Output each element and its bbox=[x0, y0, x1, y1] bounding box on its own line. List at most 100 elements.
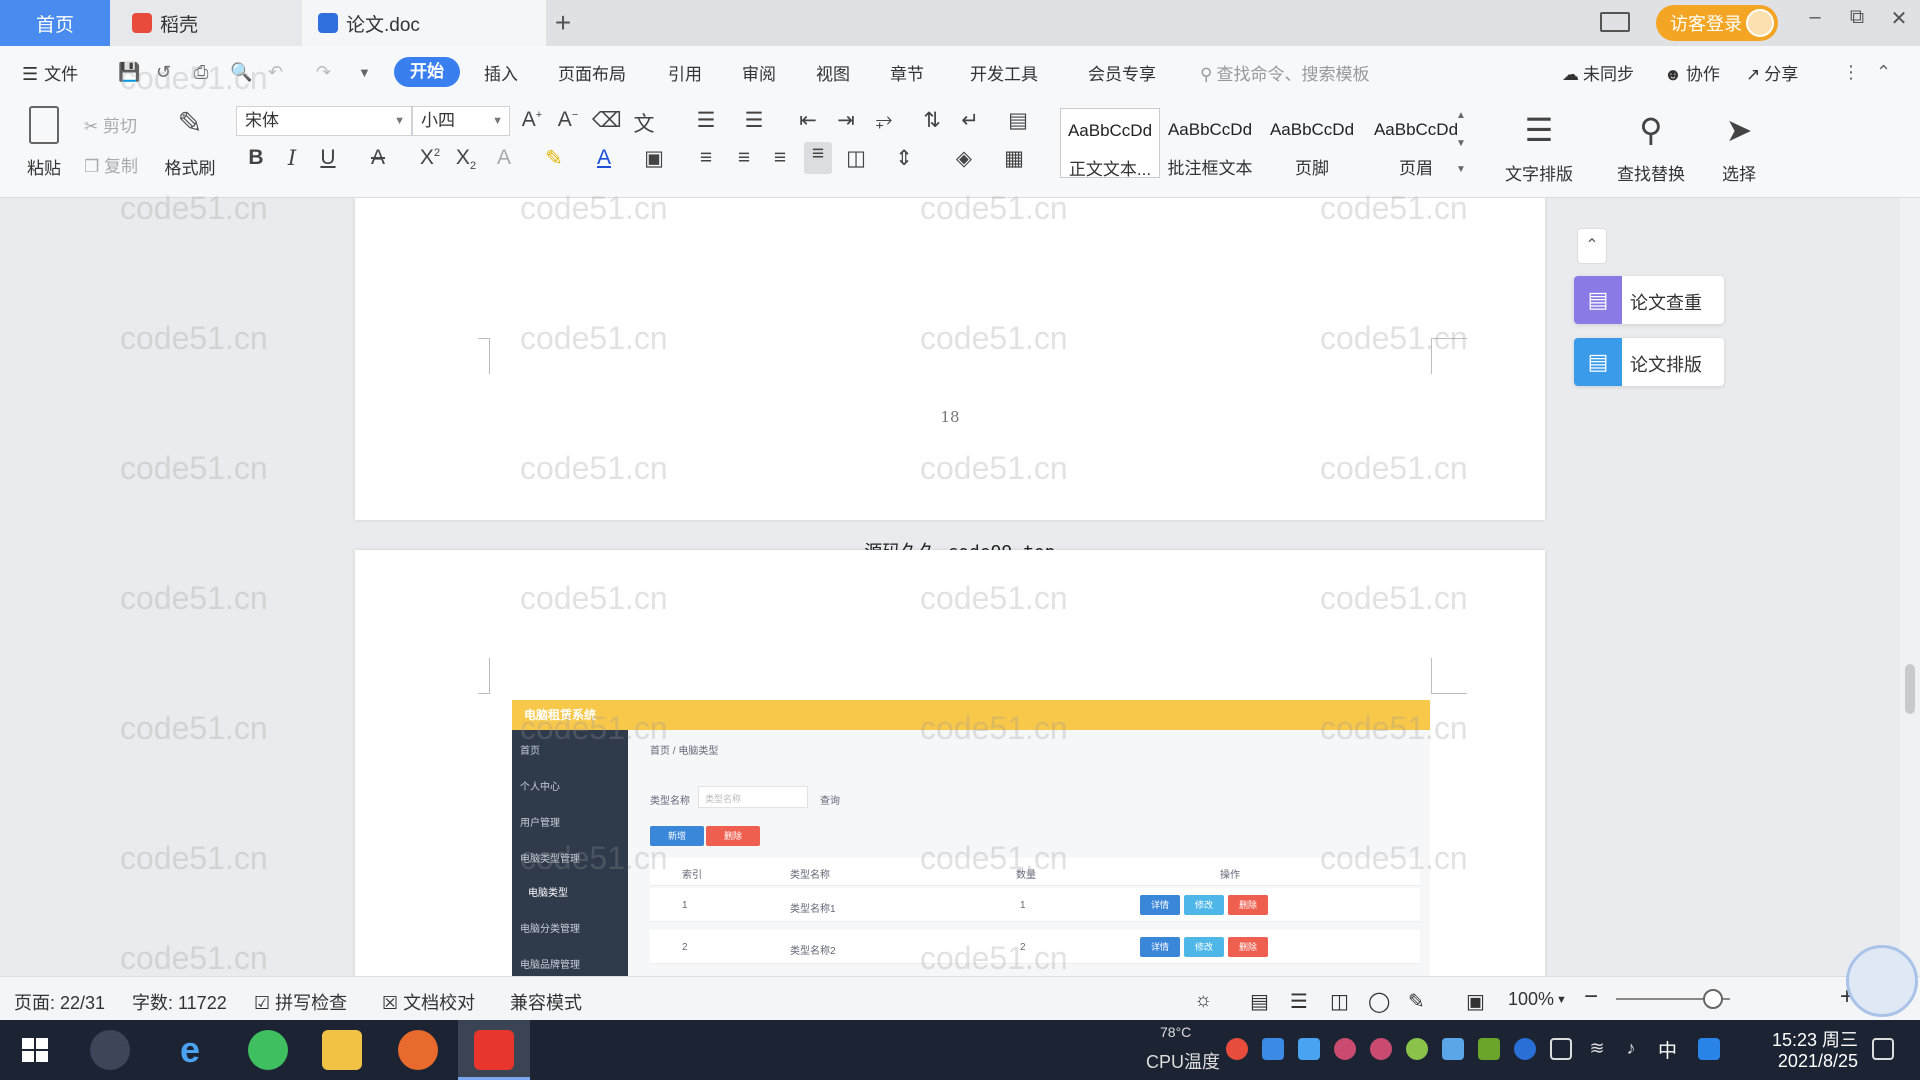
undo-icon[interactable]: ↶ bbox=[268, 62, 283, 83]
menu-developer[interactable]: 开发工具 bbox=[970, 60, 1038, 85]
eye-protection-icon[interactable]: ☼ bbox=[1194, 989, 1212, 1012]
line-spacing-icon[interactable]: ⇕ bbox=[890, 146, 918, 171]
zoom-slider-handle[interactable] bbox=[1703, 989, 1723, 1009]
menu-review[interactable]: 审阅 bbox=[742, 60, 776, 85]
style-footer[interactable]: AaBbCcDd 页脚 bbox=[1262, 108, 1362, 178]
zoom-dropdown-icon[interactable]: ▼ bbox=[1556, 994, 1567, 1006]
menu-start[interactable]: 开始 bbox=[394, 57, 460, 87]
menu-insert[interactable]: 插入 bbox=[484, 60, 518, 85]
cut-button[interactable]: ✂ 剪切 bbox=[84, 112, 137, 137]
tray-app-icon[interactable] bbox=[1226, 1038, 1248, 1060]
clock-time[interactable]: 15:23 周三 bbox=[1748, 1026, 1858, 1052]
bullet-list-icon[interactable]: ☰ bbox=[692, 108, 720, 133]
paste-button[interactable]: 粘贴 bbox=[16, 106, 72, 179]
tab-daoke[interactable]: 稻壳 bbox=[110, 0, 302, 46]
shading-icon[interactable]: ◈ bbox=[950, 146, 978, 171]
file-explorer-icon[interactable] bbox=[322, 1030, 362, 1070]
styles-scroll-up-icon[interactable]: ▲ bbox=[1456, 110, 1466, 121]
strikethrough-icon[interactable]: A bbox=[364, 146, 392, 170]
pinwheel-app-icon[interactable] bbox=[90, 1030, 130, 1070]
menu-references[interactable]: 引用 bbox=[668, 60, 702, 85]
page-indicator[interactable]: 页面: 22/31 bbox=[14, 989, 105, 1015]
char-border-icon[interactable]: ▣ bbox=[640, 146, 668, 171]
document-page[interactable]: 电脑租赁系统 首页 个人中心 用户管理 电脑类型管理 电脑类型 电脑分类管理 电… bbox=[355, 550, 1545, 976]
style-header[interactable]: AaBbCcDd 页眉 bbox=[1366, 108, 1466, 178]
tab-document[interactable]: 论文.doc bbox=[302, 0, 546, 46]
page-view-icon[interactable]: ▤ bbox=[1250, 989, 1269, 1014]
font-name-select[interactable]: 宋体 ▼ bbox=[236, 106, 412, 136]
new-tab-button[interactable]: + bbox=[548, 0, 578, 46]
underline-icon[interactable]: U bbox=[314, 146, 342, 170]
qq-icon[interactable] bbox=[1370, 1038, 1392, 1060]
minimize-icon[interactable]: – bbox=[1800, 6, 1830, 29]
menu-view[interactable]: 视图 bbox=[816, 60, 850, 85]
reading-view-icon[interactable]: ◫ bbox=[1330, 989, 1349, 1014]
borders-icon[interactable]: ▦ bbox=[1000, 146, 1028, 171]
align-center-icon[interactable]: ≡ bbox=[730, 146, 758, 170]
format-painter-button[interactable]: ✎ 格式刷 bbox=[160, 106, 220, 179]
numbered-list-icon[interactable]: ☰ bbox=[740, 108, 768, 133]
style-comment-text[interactable]: AaBbCcDd 批注框文本 bbox=[1160, 108, 1260, 178]
select-button[interactable]: ➤ 选择 bbox=[1694, 108, 1784, 185]
scrollbar-thumb[interactable] bbox=[1905, 664, 1915, 714]
menu-chapter[interactable]: 章节 bbox=[890, 60, 924, 85]
shield-icon[interactable] bbox=[1298, 1038, 1320, 1060]
paragraph-marks-icon[interactable]: ↵ bbox=[956, 108, 984, 133]
assistant-avatar-icon[interactable] bbox=[1846, 945, 1918, 1017]
clear-format-icon[interactable]: ⌫ bbox=[592, 108, 622, 133]
zoom-level[interactable]: 100% bbox=[1508, 989, 1554, 1010]
menu-page-layout[interactable]: 页面布局 bbox=[558, 60, 626, 85]
tab-home[interactable]: 首页 bbox=[0, 0, 110, 46]
align-right-icon[interactable]: ≡ bbox=[766, 146, 794, 170]
doc-proof-button[interactable]: ☒ 文档校对 bbox=[382, 989, 475, 1015]
game-app-icon[interactable] bbox=[398, 1030, 438, 1070]
document-page[interactable]: 18 bbox=[355, 198, 1545, 520]
windows-start-icon[interactable] bbox=[16, 1030, 56, 1070]
redo-icon[interactable]: ↷ bbox=[316, 62, 331, 83]
print-icon[interactable]: ⎙ bbox=[194, 62, 208, 83]
restore-icon[interactable]: ⧉ bbox=[1842, 6, 1872, 29]
text-effect-icon[interactable]: A bbox=[490, 146, 518, 170]
plagiarism-check-button[interactable]: ▤ 论文查重 bbox=[1574, 276, 1724, 324]
chinese-layout-icon[interactable]: ⥅ bbox=[870, 108, 898, 132]
find-replace-button[interactable]: ⚲ 查找替换 bbox=[1606, 108, 1696, 185]
subscript-icon[interactable]: X2 bbox=[452, 146, 480, 172]
ie-browser-icon[interactable]: e bbox=[170, 1030, 210, 1070]
menu-member[interactable]: 会员专享 bbox=[1088, 60, 1156, 85]
search-app-icon[interactable] bbox=[1698, 1038, 1720, 1060]
file-menu[interactable]: ☰ 文件 bbox=[22, 60, 78, 85]
shrink-font-icon[interactable]: A− bbox=[554, 108, 582, 132]
justify-icon[interactable]: ≡ bbox=[804, 142, 832, 174]
decrease-indent-icon[interactable]: ⇤ bbox=[794, 108, 822, 133]
export-icon[interactable]: ↺ bbox=[156, 62, 171, 83]
wps-taskbar-item[interactable] bbox=[458, 1020, 530, 1080]
volume-icon[interactable]: ♪ bbox=[1620, 1038, 1642, 1060]
fit-page-icon[interactable]: ▣ bbox=[1466, 989, 1485, 1014]
web-view-icon[interactable]: ◯ bbox=[1368, 989, 1390, 1014]
grow-font-icon[interactable]: A+ bbox=[518, 108, 546, 132]
notification-icon[interactable] bbox=[1872, 1038, 1894, 1060]
wifi-icon[interactable]: ≋ bbox=[1586, 1038, 1608, 1060]
browser-360-icon[interactable] bbox=[248, 1030, 288, 1070]
ruler-icon[interactable]: ▤ bbox=[1004, 108, 1032, 133]
spell-check-button[interactable]: ☑ 拼写检查 bbox=[254, 989, 347, 1015]
align-left-icon[interactable]: ≡ bbox=[692, 146, 720, 170]
panel-collapse-button[interactable]: ⌃ bbox=[1577, 228, 1607, 264]
window-layout-icon[interactable] bbox=[1600, 12, 1630, 32]
collab-button[interactable]: ☻ 协作 bbox=[1664, 60, 1720, 85]
battery-icon[interactable] bbox=[1550, 1038, 1572, 1060]
bluetooth-icon[interactable] bbox=[1514, 1038, 1536, 1060]
share-button[interactable]: ↗ 分享 bbox=[1746, 60, 1798, 85]
write-mode-icon[interactable]: ✎ bbox=[1408, 989, 1425, 1014]
command-search[interactable]: ⚲ 查找命令、搜索模板 bbox=[1200, 60, 1369, 85]
vertical-scrollbar[interactable] bbox=[1900, 198, 1920, 976]
ime-indicator[interactable]: 中 bbox=[1658, 1036, 1677, 1063]
font-size-select[interactable]: 小四 ▼ bbox=[412, 106, 510, 136]
font-color-icon[interactable]: A bbox=[590, 146, 618, 170]
styles-scroll-down-icon[interactable]: ▼ bbox=[1456, 138, 1466, 149]
word-count[interactable]: 字数: 11722 bbox=[132, 989, 227, 1015]
qq-icon[interactable] bbox=[1334, 1038, 1356, 1060]
highlight-icon[interactable]: ✎ bbox=[540, 146, 568, 171]
clock-date[interactable]: 2021/8/25 bbox=[1748, 1051, 1858, 1072]
tray-app-icon[interactable] bbox=[1406, 1038, 1428, 1060]
